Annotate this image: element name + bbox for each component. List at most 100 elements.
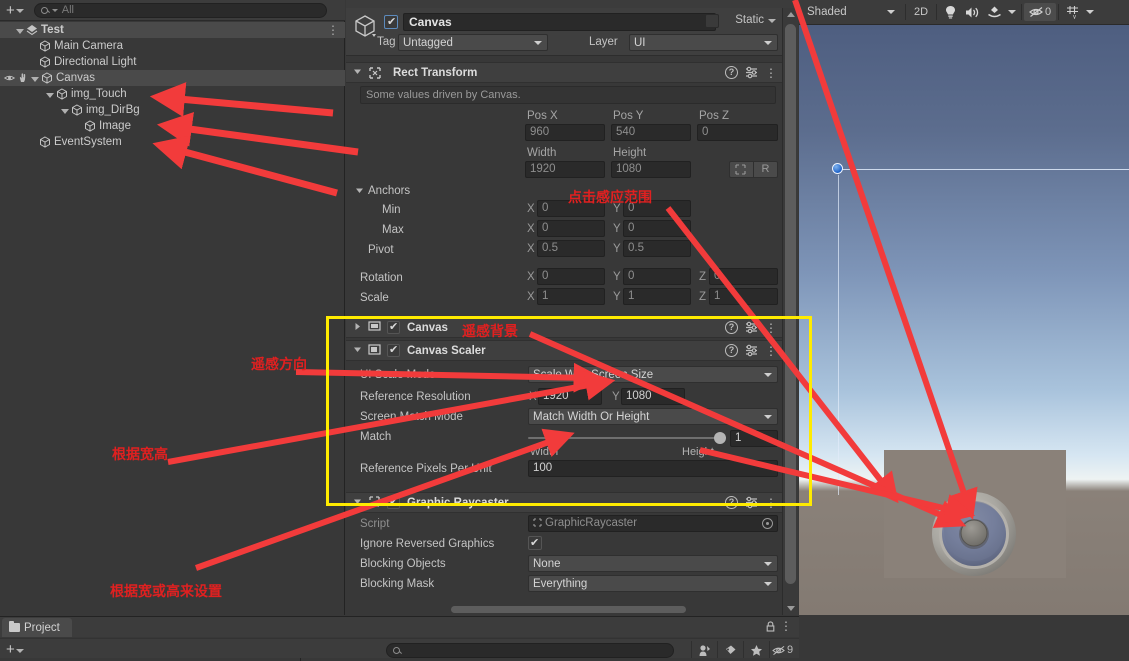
pos-x-input[interactable]: 960	[525, 124, 605, 141]
help-icon[interactable]: ?	[725, 66, 738, 79]
preset-icon[interactable]	[745, 66, 758, 79]
ui-scale-mode-dropdown[interactable]: Scale With Screen Size	[528, 366, 778, 383]
pos-y-input[interactable]: 540	[611, 124, 691, 141]
height-input[interactable]: 1080	[611, 161, 691, 178]
kebab-menu-icon[interactable]: ⋮	[765, 345, 777, 357]
pivot-x-input[interactable]: 0.5	[537, 240, 605, 257]
canvas-anchor-handle[interactable]	[832, 163, 843, 174]
hierarchy-add-button[interactable]: +	[6, 3, 24, 18]
tag-dropdown[interactable]: Untagged	[398, 34, 548, 51]
expand-arrow-icon[interactable]	[31, 77, 39, 82]
gameobject-enabled-checkbox[interactable]: ✔	[384, 15, 398, 29]
gameobject-name-input[interactable]: Canvas	[403, 13, 716, 31]
scale-z-input[interactable]: 1	[709, 288, 778, 305]
canvas-scaler-enabled-checkbox[interactable]: ✔	[387, 344, 400, 357]
lock-icon[interactable]	[766, 621, 775, 632]
rect-transform-header[interactable]: Rect Transform ? ⋮	[346, 62, 782, 83]
audio-toggle-button[interactable]	[961, 3, 983, 21]
graphic-raycaster-header[interactable]: ✔ Graphic Raycaster ? ⋮	[346, 492, 782, 513]
raw-edit-mode-button[interactable]: R	[754, 161, 778, 178]
expand-arrow-icon[interactable]	[46, 93, 54, 98]
expand-arrow-icon[interactable]	[61, 109, 69, 114]
ignore-reversed-checkbox[interactable]: ✔	[528, 536, 542, 550]
hierarchy-item-directional-light[interactable]: Directional Light	[0, 54, 345, 70]
avatar-filter-icon[interactable]	[691, 641, 717, 659]
blueprint-mode-button[interactable]	[729, 161, 754, 178]
inspector-hscrollbar-thumb[interactable]	[451, 606, 686, 613]
hidden-assets-button[interactable]: 9	[769, 641, 795, 659]
anchor-min-x-input[interactable]: 0	[537, 200, 605, 217]
chevron-right-icon[interactable]	[353, 322, 362, 334]
static-checkbox[interactable]	[705, 14, 719, 28]
hierarchy-item-eventsystem[interactable]: EventSystem	[0, 134, 345, 150]
hidden-objects-button[interactable]: 0	[1024, 3, 1056, 21]
help-icon[interactable]: ?	[725, 344, 738, 357]
kebab-menu-icon[interactable]: ⋮	[780, 619, 792, 633]
scroll-down-icon[interactable]	[787, 606, 795, 611]
eye-icon[interactable]	[4, 74, 15, 82]
anchor-min-y-input[interactable]: 0	[623, 200, 691, 217]
blocking-mask-dropdown[interactable]: Everything	[528, 575, 778, 592]
toggle-2d-button[interactable]: 2D	[908, 3, 934, 21]
object-picker-icon[interactable]	[762, 518, 773, 529]
blocking-objects-dropdown[interactable]: None	[528, 555, 778, 572]
chevron-down-icon[interactable]	[353, 67, 362, 79]
scale-y-input[interactable]: 1	[623, 288, 691, 305]
pivot-y-input[interactable]: 0.5	[623, 240, 691, 257]
hierarchy-item-canvas[interactable]: Canvas	[0, 70, 345, 86]
hierarchy-search-input[interactable]: All	[34, 3, 327, 18]
grid-visibility-button[interactable]: y	[1061, 3, 1083, 21]
preset-icon[interactable]	[745, 321, 758, 334]
preset-icon[interactable]	[745, 496, 758, 509]
pos-z-input[interactable]: 0	[697, 124, 778, 141]
hierarchy-tree[interactable]: Test⋮Main CameraDirectional LightCanvasi…	[0, 22, 345, 615]
grid-dropdown-button[interactable]	[1083, 3, 1097, 21]
favorite-star-icon[interactable]	[743, 641, 769, 659]
kebab-menu-icon[interactable]: ⋮	[327, 23, 339, 37]
inspector-hscrollbar[interactable]	[346, 603, 782, 615]
effects-dropdown-button[interactable]	[1005, 3, 1019, 21]
match-value-input[interactable]: 1	[730, 430, 778, 447]
match-slider-handle[interactable]	[714, 432, 726, 444]
chevron-down-icon[interactable]	[768, 19, 776, 23]
kebab-menu-icon[interactable]: ⋮	[765, 67, 777, 79]
scroll-up-icon[interactable]	[787, 12, 795, 17]
tab-project[interactable]: Project	[2, 618, 72, 637]
hierarchy-item-img-dirbg[interactable]: img_DirBg	[0, 102, 345, 118]
scene-viewport[interactable]	[799, 25, 1129, 615]
rotation-y-input[interactable]: 0	[623, 268, 691, 285]
canvas-scaler-header[interactable]: ✔ Canvas Scaler ? ⋮	[346, 340, 782, 361]
kebab-menu-icon[interactable]: ⋮	[765, 322, 777, 334]
pointer-hand-icon[interactable]	[18, 73, 28, 83]
screen-match-mode-dropdown[interactable]: Match Width Or Height	[528, 408, 778, 425]
lighting-toggle-button[interactable]	[939, 3, 961, 21]
hierarchy-item-image[interactable]: Image	[0, 118, 345, 134]
hierarchy-item-main-camera[interactable]: Main Camera	[0, 38, 345, 54]
width-input[interactable]: 1920	[525, 161, 605, 178]
canvas-enabled-checkbox[interactable]: ✔	[387, 321, 400, 334]
canvas-header[interactable]: ✔ Canvas ? ⋮	[346, 317, 782, 338]
rotation-z-input[interactable]: 0	[709, 268, 778, 285]
draw-mode-dropdown[interactable]: Shaded	[799, 3, 903, 21]
reference-pixels-input[interactable]: 100	[528, 460, 778, 477]
match-slider-track[interactable]	[528, 437, 726, 439]
chevron-down-icon[interactable]	[353, 497, 362, 509]
layer-dropdown[interactable]: UI	[629, 34, 778, 51]
project-search-input[interactable]	[386, 643, 674, 658]
anchors-foldout[interactable]: Anchors	[346, 181, 782, 200]
anchor-max-x-input[interactable]: 0	[537, 220, 605, 237]
reference-resolution-x-input[interactable]: 1920	[538, 388, 602, 405]
kebab-menu-icon[interactable]: ⋮	[765, 497, 777, 509]
inspector-vscrollbar[interactable]	[782, 8, 798, 615]
hierarchy-item-img-touch[interactable]: img_Touch	[0, 86, 345, 102]
help-icon[interactable]: ?	[725, 496, 738, 509]
inspector-vscrollbar-thumb[interactable]	[785, 24, 796, 584]
project-add-button[interactable]: +	[6, 642, 24, 657]
scale-x-input[interactable]: 1	[537, 288, 605, 305]
reference-resolution-y-input[interactable]: 1080	[621, 388, 685, 405]
chevron-down-icon[interactable]	[353, 345, 362, 357]
hierarchy-item-test[interactable]: Test⋮	[0, 22, 345, 38]
graphic-raycaster-enabled-checkbox[interactable]: ✔	[387, 496, 400, 509]
anchor-max-y-input[interactable]: 0	[623, 220, 691, 237]
effects-toggle-button[interactable]	[983, 3, 1005, 21]
